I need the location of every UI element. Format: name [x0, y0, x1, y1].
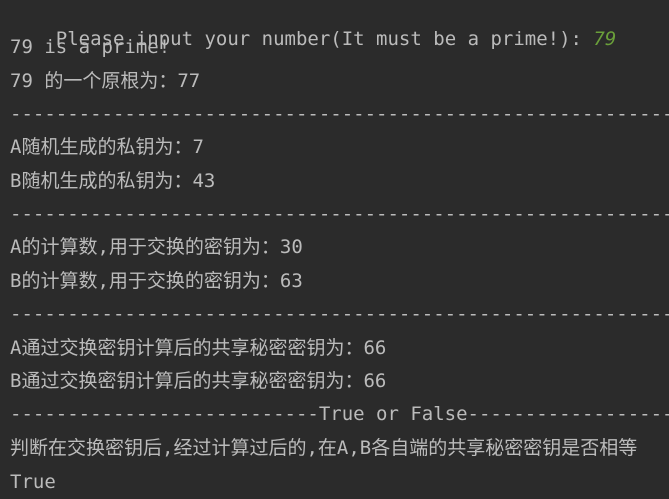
exchange-key-a-line: A的计算数,用于交换的密钥为：30	[10, 236, 303, 258]
shared-key-b-line: B通过交换密钥计算后的共享秘密密钥为：66	[10, 370, 387, 392]
separator-line: ----------------------------------------…	[10, 203, 669, 225]
separator-line: ----------------------------------------…	[10, 103, 669, 125]
input-prompt-line: Please input your number(It must be a pr…	[10, 0, 617, 50]
result-line: True	[10, 471, 56, 493]
private-key-b-line: B随机生成的私钥为：43	[10, 170, 216, 192]
user-input-value: 79	[593, 28, 617, 50]
judge-description-line: 判断在交换密钥后,经过计算过后的,在A,B各自端的共享秘密密钥是否相等	[10, 437, 638, 459]
exchange-key-b-line: B的计算数,用于交换的密钥为：63	[10, 270, 303, 292]
console-output[interactable]: Please input your number(It must be a pr…	[0, 0, 669, 499]
private-key-a-line: A随机生成的私钥为：7	[10, 136, 204, 158]
shared-key-a-line: A通过交换密钥计算后的共享秘密密钥为：66	[10, 337, 387, 359]
primitive-root-line: 79 的一个原根为：77	[10, 70, 201, 92]
true-or-false-separator: ---------------------------True or False…	[10, 403, 669, 425]
prime-check-line: 79 is a prime!	[10, 36, 171, 58]
separator-line: ----------------------------------------…	[10, 303, 669, 325]
